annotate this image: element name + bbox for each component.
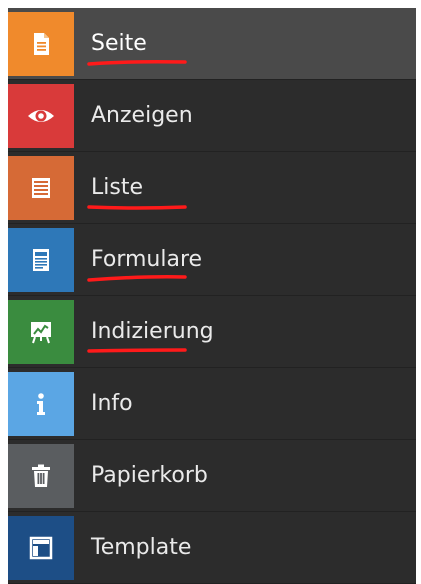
trash-icon [32, 464, 50, 487]
menu-item-info[interactable]: Info [8, 368, 416, 440]
menu-item-seite[interactable]: Seite [8, 8, 416, 80]
menu-item-label-wrap: Liste [87, 174, 187, 210]
menu-item-label-wrap: Indizierung [87, 318, 214, 353]
list-icon [32, 177, 50, 198]
menu-item-label-wrap: Papierkorb [91, 462, 208, 490]
menu-item-icon-box [8, 515, 74, 580]
menu-item-icon-box [8, 155, 74, 220]
document-icon [34, 32, 49, 55]
menu-item-icon-box [8, 227, 74, 292]
menu-item-template[interactable]: Template [8, 512, 416, 584]
menu-item-label: Seite [91, 30, 147, 56]
screenshot-frame: Seite Anzeigen Liste Formulare Indizieru… [0, 0, 421, 584]
menu-item-label: Liste [91, 174, 143, 200]
menu-item-anzeigen[interactable]: Anzeigen [8, 80, 416, 152]
form-icon [33, 248, 49, 271]
red-underline-annotation [87, 347, 187, 353]
eye-icon [28, 109, 54, 122]
menu-item-label: Info [91, 390, 133, 416]
menu-item-label: Papierkorb [91, 462, 208, 488]
menu-item-label-wrap: Formulare [87, 246, 203, 282]
menu-item-indizierung[interactable]: Indizierung [8, 296, 416, 368]
menu-item-icon-box [8, 11, 74, 76]
menu-item-liste[interactable]: Liste [8, 152, 416, 224]
red-underline-annotation [87, 274, 187, 282]
menu-item-label-wrap: Info [91, 390, 133, 418]
menu-item-icon-box [8, 83, 74, 148]
sidebar-menu: Seite Anzeigen Liste Formulare Indizieru… [8, 8, 416, 584]
menu-item-label-wrap: Anzeigen [91, 102, 193, 130]
menu-item-label-wrap: Template [91, 534, 191, 562]
menu-item-papierkorb[interactable]: Papierkorb [8, 440, 416, 512]
menu-item-icon-box [8, 371, 74, 436]
red-underline-annotation [87, 204, 187, 210]
info-icon [37, 392, 45, 415]
menu-item-label: Indizierung [91, 318, 214, 344]
menu-item-icon-box [8, 299, 74, 364]
presentation-chart-icon [31, 321, 51, 343]
red-underline-annotation [87, 59, 187, 66]
menu-item-label-wrap: Seite [87, 30, 187, 66]
layout-template-icon [29, 536, 53, 559]
menu-item-label: Template [91, 534, 192, 560]
menu-item-icon-box [8, 443, 74, 508]
menu-item-label: Anzeigen [91, 102, 193, 128]
menu-item-formulare[interactable]: Formulare [8, 224, 416, 296]
menu-item-label: Formulare [91, 246, 203, 272]
